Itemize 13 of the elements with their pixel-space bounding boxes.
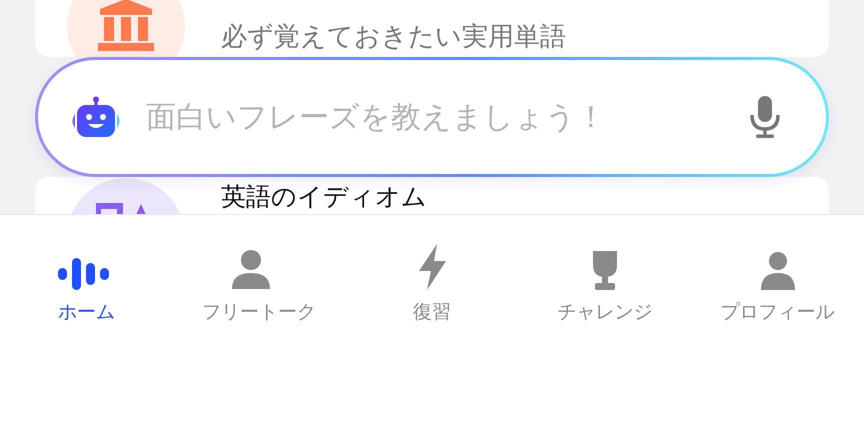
tab[interactable]: フリートーク bbox=[172, 235, 346, 325]
card-subtitle: 必ず覚えておきたい実用単語 bbox=[221, 22, 566, 54]
person-icon bbox=[760, 251, 796, 291]
tab[interactable]: 復習 bbox=[346, 235, 518, 325]
tab[interactable]: ホーム bbox=[0, 235, 173, 325]
tab[interactable]: プロフィール bbox=[691, 235, 864, 325]
card-title: 英語のイディオム bbox=[221, 183, 427, 212]
robot-icon bbox=[70, 96, 122, 138]
card-background[interactable]: 必ず覚えておきたい実用単語 bbox=[35, 0, 829, 57]
chat-input-field[interactable]: 面白いフレーズを教えましょう！ bbox=[144, 98, 726, 136]
card-background[interactable]: 英語のイディオム bbox=[35, 177, 829, 214]
microphone-icon[interactable] bbox=[748, 95, 782, 139]
tab[interactable]: チャレンジ bbox=[518, 235, 692, 325]
